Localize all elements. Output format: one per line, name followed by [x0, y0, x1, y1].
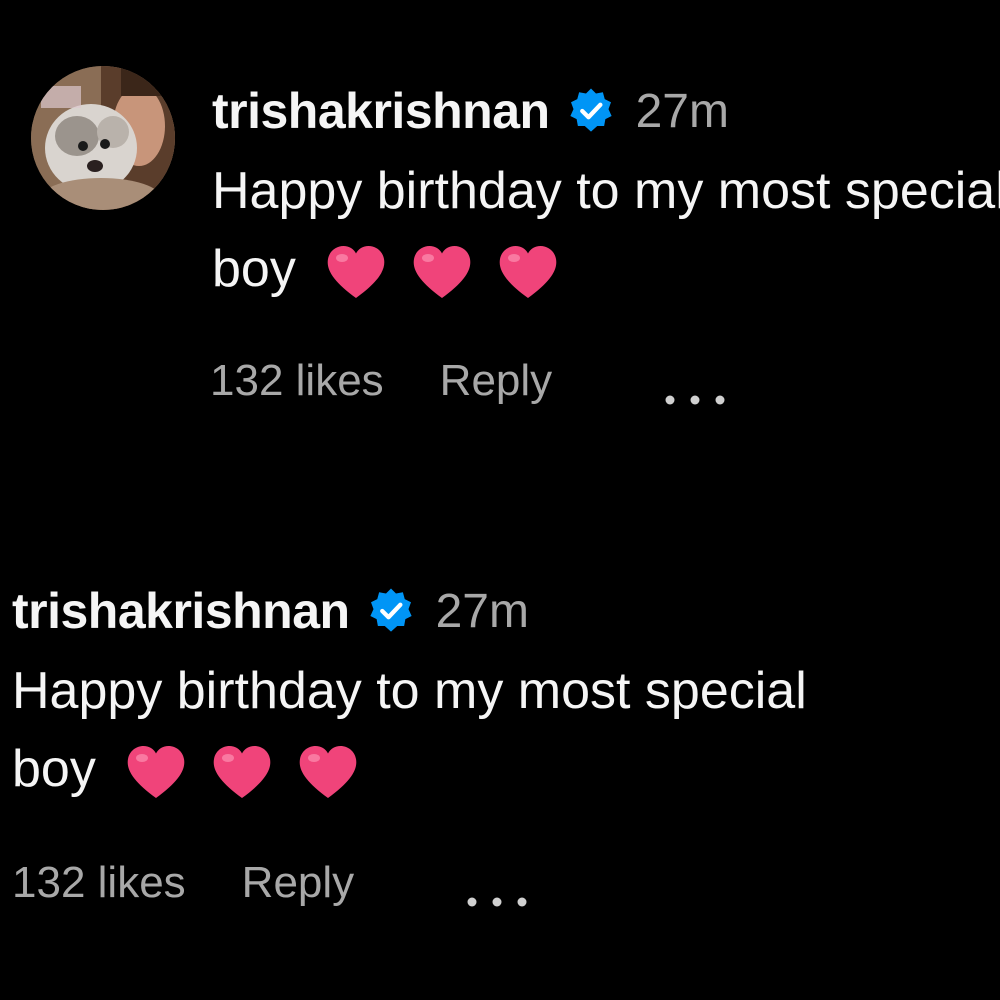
heart-icon [296, 742, 360, 802]
comment-text: Happy birthday to my most special boy [212, 152, 1000, 308]
heart-emojis [124, 742, 360, 802]
comment-text-line: Happy birthday to my most special [12, 662, 807, 720]
comment-actions: 132 likes Reply [210, 356, 730, 406]
username-link[interactable]: trishakrishnan [12, 582, 350, 640]
heart-icon [496, 242, 560, 302]
avatar[interactable] [31, 66, 175, 210]
timestamp: 27m [435, 584, 529, 638]
heart-icon [410, 242, 474, 302]
comment-text-line: boy [212, 240, 296, 298]
username-link[interactable]: trishakrishnan [212, 82, 550, 140]
comment-actions: 132 likes Reply [12, 858, 532, 908]
heart-icon [210, 742, 274, 802]
comment-header: trishakrishnan 27m [212, 82, 729, 140]
comment-text-line: Happy birthday to my most special [212, 162, 1000, 220]
reply-button[interactable]: Reply [440, 356, 553, 406]
heart-emojis [324, 242, 560, 302]
comment-text-line: boy [12, 740, 96, 798]
comment-text: Happy birthday to my most special boy [12, 652, 807, 808]
verified-badge-icon [366, 586, 416, 636]
heart-icon [324, 242, 388, 302]
timestamp: 27m [635, 84, 729, 138]
verified-badge-icon [566, 86, 616, 136]
more-options-icon[interactable] [462, 873, 532, 907]
heart-icon [124, 742, 188, 802]
more-options-icon[interactable] [660, 371, 730, 405]
comment-header: trishakrishnan 27m [12, 582, 529, 640]
likes-count[interactable]: 132 likes [12, 858, 186, 908]
reply-button[interactable]: Reply [242, 858, 355, 908]
likes-count[interactable]: 132 likes [210, 356, 384, 406]
